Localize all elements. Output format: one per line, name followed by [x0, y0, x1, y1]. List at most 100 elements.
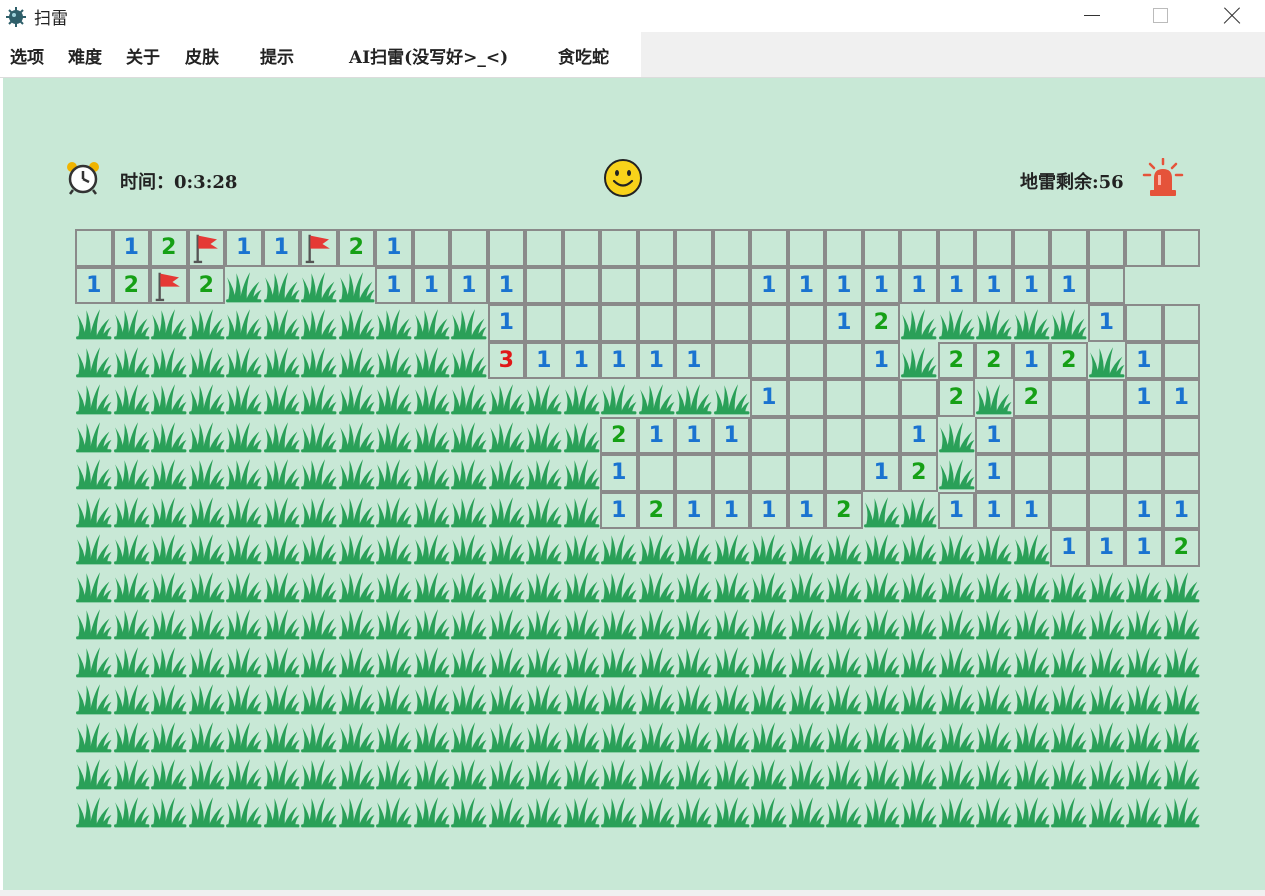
covered-cell[interactable]	[1050, 567, 1088, 605]
covered-cell[interactable]	[375, 529, 413, 567]
covered-cell[interactable]	[375, 567, 413, 605]
covered-cell[interactable]	[900, 529, 938, 567]
covered-cell[interactable]	[638, 642, 676, 680]
covered-cell[interactable]	[375, 417, 413, 455]
number-cell[interactable]: 1	[375, 266, 413, 304]
number-cell[interactable]: 2	[187, 266, 225, 304]
empty-cell[interactable]	[712, 454, 750, 492]
covered-cell[interactable]	[525, 754, 563, 792]
empty-cell[interactable]	[750, 229, 788, 267]
covered-cell[interactable]	[488, 792, 526, 830]
covered-cell[interactable]	[413, 604, 451, 642]
number-cell[interactable]: 1	[750, 266, 788, 304]
number-cell[interactable]: 2	[337, 229, 375, 267]
covered-cell[interactable]	[450, 379, 488, 417]
empty-cell[interactable]	[1125, 416, 1163, 454]
covered-cell[interactable]	[450, 417, 488, 455]
covered-cell[interactable]	[188, 792, 226, 830]
covered-cell[interactable]	[1088, 792, 1126, 830]
covered-cell[interactable]	[225, 717, 263, 755]
number-cell[interactable]: 1	[900, 266, 938, 304]
number-cell[interactable]: 1	[75, 266, 113, 304]
covered-cell[interactable]	[825, 604, 863, 642]
covered-cell[interactable]	[225, 417, 263, 455]
empty-cell[interactable]	[1050, 454, 1088, 492]
number-cell[interactable]: 1	[750, 491, 788, 529]
empty-cell[interactable]	[862, 229, 900, 267]
covered-cell[interactable]	[563, 754, 601, 792]
covered-cell[interactable]	[113, 792, 151, 830]
covered-cell[interactable]	[900, 492, 938, 530]
covered-cell[interactable]	[750, 604, 788, 642]
covered-cell[interactable]	[263, 642, 301, 680]
covered-cell[interactable]	[188, 529, 226, 567]
covered-cell[interactable]	[1050, 604, 1088, 642]
covered-cell[interactable]	[900, 342, 938, 380]
covered-cell[interactable]	[263, 342, 301, 380]
covered-cell[interactable]	[825, 642, 863, 680]
covered-cell[interactable]	[300, 567, 338, 605]
empty-cell[interactable]	[750, 416, 788, 454]
covered-cell[interactable]	[263, 754, 301, 792]
covered-cell[interactable]	[825, 567, 863, 605]
number-cell[interactable]: 1	[937, 491, 975, 529]
covered-cell[interactable]	[1013, 304, 1051, 342]
covered-cell[interactable]	[450, 342, 488, 380]
covered-cell[interactable]	[113, 529, 151, 567]
covered-cell[interactable]	[900, 792, 938, 830]
covered-cell[interactable]	[413, 567, 451, 605]
covered-cell[interactable]	[675, 529, 713, 567]
covered-cell[interactable]	[1125, 604, 1163, 642]
covered-cell[interactable]	[638, 379, 676, 417]
covered-cell[interactable]	[488, 454, 526, 492]
number-cell[interactable]: 1	[1050, 266, 1088, 304]
covered-cell[interactable]	[113, 679, 151, 717]
empty-cell[interactable]	[637, 266, 675, 304]
number-cell[interactable]: 2	[937, 341, 975, 379]
covered-cell[interactable]	[675, 679, 713, 717]
covered-cell[interactable]	[1013, 717, 1051, 755]
number-cell[interactable]: 1	[712, 416, 750, 454]
covered-cell[interactable]	[638, 754, 676, 792]
covered-cell[interactable]	[300, 342, 338, 380]
number-cell[interactable]: 1	[225, 229, 263, 267]
covered-cell[interactable]	[150, 529, 188, 567]
number-cell[interactable]: 1	[1050, 529, 1088, 567]
covered-cell[interactable]	[975, 717, 1013, 755]
covered-cell[interactable]	[413, 342, 451, 380]
covered-cell[interactable]	[750, 717, 788, 755]
covered-cell[interactable]	[675, 792, 713, 830]
covered-cell[interactable]	[338, 379, 376, 417]
covered-cell[interactable]	[150, 754, 188, 792]
number-cell[interactable]: 1	[487, 266, 525, 304]
covered-cell[interactable]	[113, 342, 151, 380]
covered-cell[interactable]	[788, 717, 826, 755]
empty-cell[interactable]	[900, 379, 938, 417]
covered-cell[interactable]	[563, 454, 601, 492]
covered-cell[interactable]	[675, 604, 713, 642]
covered-cell[interactable]	[863, 567, 901, 605]
covered-cell[interactable]	[75, 679, 113, 717]
covered-cell[interactable]	[75, 529, 113, 567]
number-cell[interactable]: 1	[1162, 491, 1200, 529]
covered-cell[interactable]	[525, 454, 563, 492]
covered-cell[interactable]	[638, 679, 676, 717]
covered-cell[interactable]	[113, 642, 151, 680]
empty-cell[interactable]	[525, 229, 563, 267]
empty-cell[interactable]	[1087, 379, 1125, 417]
covered-cell[interactable]	[188, 304, 226, 342]
covered-cell[interactable]	[75, 604, 113, 642]
covered-cell[interactable]	[563, 492, 601, 530]
empty-cell[interactable]	[1125, 229, 1163, 267]
number-cell[interactable]: 1	[862, 454, 900, 492]
covered-cell[interactable]	[188, 492, 226, 530]
covered-cell[interactable]	[975, 604, 1013, 642]
covered-cell[interactable]	[713, 567, 751, 605]
covered-cell[interactable]	[938, 754, 976, 792]
covered-cell[interactable]	[600, 529, 638, 567]
empty-cell[interactable]	[750, 454, 788, 492]
number-cell[interactable]: 1	[487, 304, 525, 342]
covered-cell[interactable]	[975, 379, 1013, 417]
covered-cell[interactable]	[263, 679, 301, 717]
covered-cell[interactable]	[150, 679, 188, 717]
